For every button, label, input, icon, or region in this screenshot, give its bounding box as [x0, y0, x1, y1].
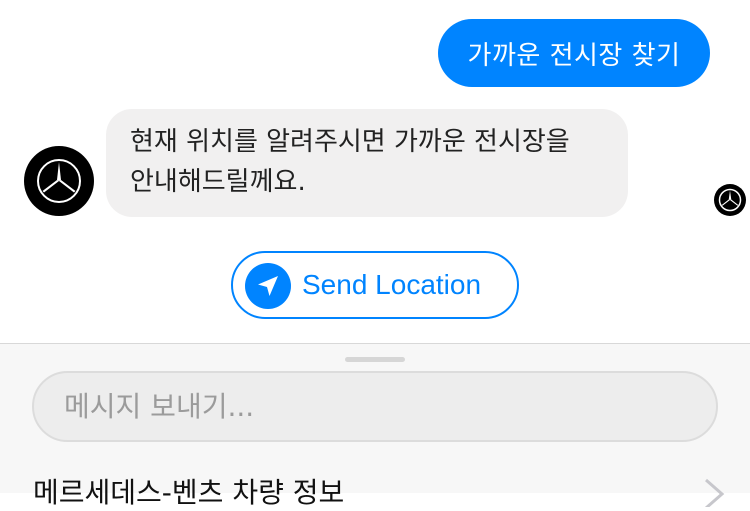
- incoming-message-bubble[interactable]: 현재 위치를 알려주시면 가까운 전시장을 안내해드릴께요.: [106, 109, 628, 217]
- outgoing-message-text: 가까운 전시장 찾기: [467, 40, 681, 71]
- send-location-label: Send Location: [302, 269, 482, 300]
- drag-handle[interactable]: [345, 357, 405, 362]
- bot-avatar[interactable]: [24, 146, 94, 216]
- chat-thread: 가까운 전시장 찾기 현재 위치를 알려주시면 가까운 전시장을 안내해드릴께요…: [0, 0, 750, 343]
- chevron-right-icon[interactable]: [702, 477, 728, 507]
- incoming-message-line: 안내해드릴께요.: [130, 167, 306, 197]
- send-location-button[interactable]: Send Location: [231, 251, 519, 319]
- read-receipt-avatar: [714, 184, 746, 216]
- location-arrow-icon: [245, 263, 291, 309]
- persistent-menu-item-vehicle-info[interactable]: 메르세데스-벤츠 차량 정보: [33, 475, 344, 511]
- mercedes-star-logo-icon: [37, 159, 81, 203]
- mercedes-star-logo-icon: [718, 188, 742, 212]
- composer-panel: 메르세데스-벤츠 차량 정보: [0, 343, 750, 509]
- message-input[interactable]: [32, 371, 718, 442]
- outgoing-message-bubble[interactable]: 가까운 전시장 찾기: [438, 19, 710, 87]
- incoming-message-line: 현재 위치를 알려주시면 가까운 전시장을: [130, 127, 570, 157]
